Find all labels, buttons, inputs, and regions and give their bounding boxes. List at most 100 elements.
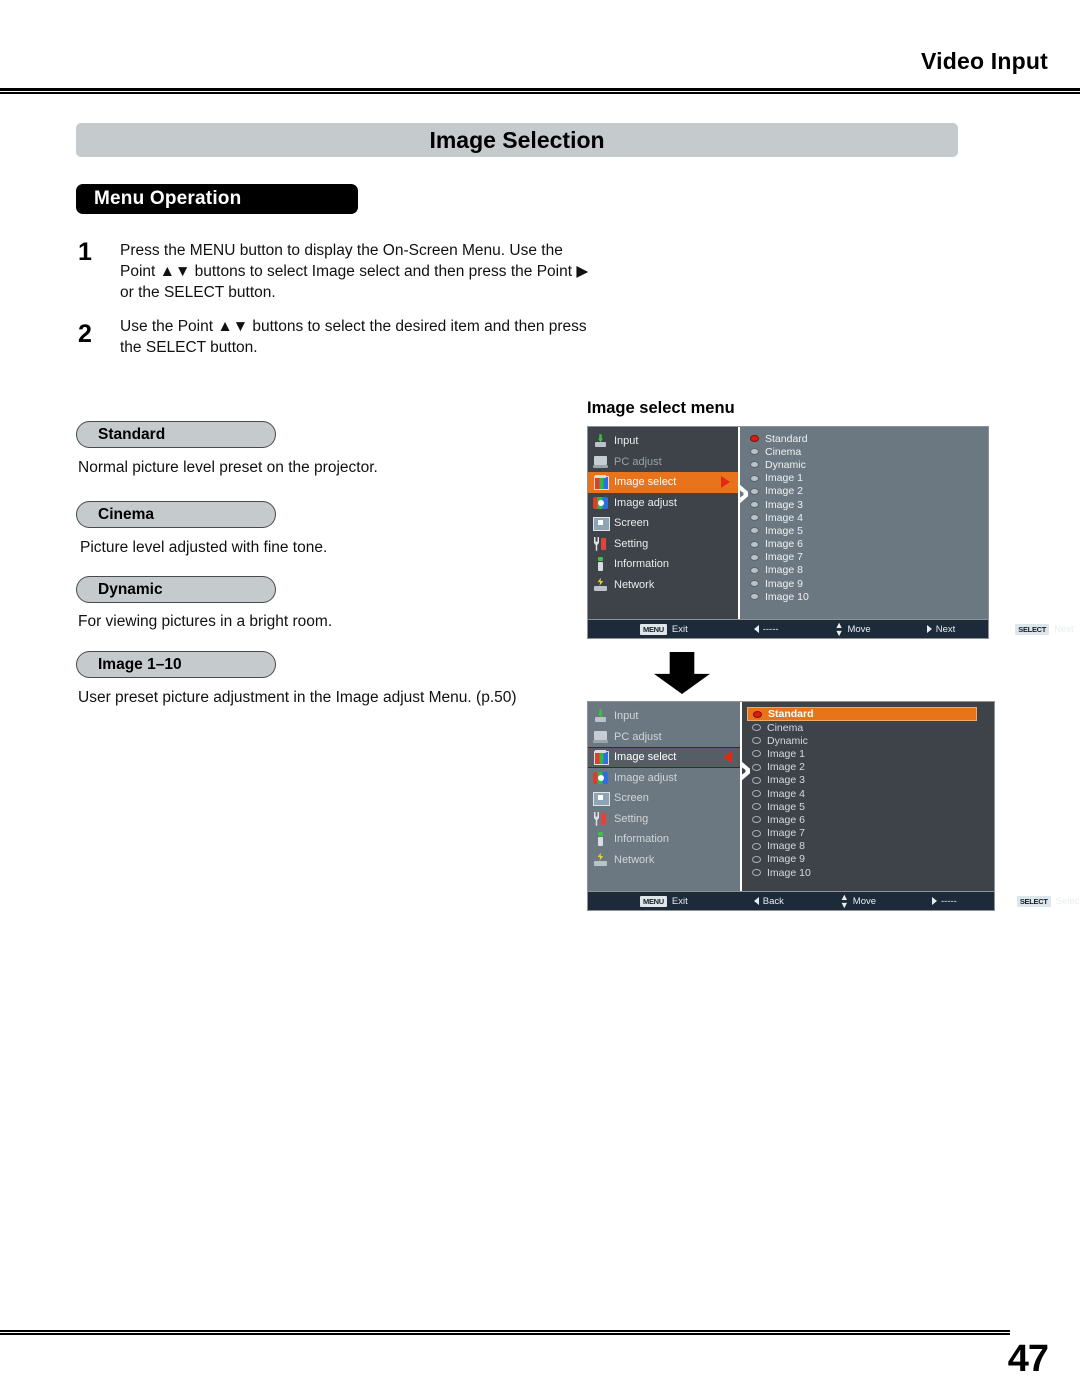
list-item[interactable]: Image 1 bbox=[752, 747, 994, 760]
sidebar-item-screen-label: Screen bbox=[614, 792, 649, 805]
guide-next-label: ----- bbox=[941, 895, 957, 907]
sidebar-item-information[interactable]: Information bbox=[588, 554, 738, 575]
list-item[interactable]: Image 5 bbox=[752, 800, 994, 813]
guide-exit[interactable]: MENU Exit bbox=[640, 623, 688, 635]
list-item[interactable]: Image 7 bbox=[750, 551, 988, 564]
radio-bullet-icon bbox=[752, 816, 761, 824]
list-item[interactable]: Image 4 bbox=[752, 787, 994, 800]
list-item[interactable]: Image 10 bbox=[750, 590, 988, 603]
menu-operation-label: Menu Operation bbox=[94, 188, 242, 209]
osd-sidebar: Input PC adjust Image select Image adjus… bbox=[588, 702, 740, 891]
setting-icon bbox=[593, 537, 608, 551]
sidebar-item-pc-adjust-label: PC adjust bbox=[614, 730, 662, 743]
sidebar-item-screen[interactable]: Screen bbox=[588, 788, 740, 809]
sidebar-item-input[interactable]: Input bbox=[588, 431, 738, 452]
list-item[interactable]: Image 3 bbox=[752, 774, 994, 787]
list-item-label: Image 3 bbox=[765, 498, 803, 511]
list-item[interactable]: Image 4 bbox=[750, 511, 988, 524]
radio-bullet-icon bbox=[752, 724, 761, 732]
radio-bullet-icon bbox=[752, 803, 761, 811]
list-item[interactable]: Image 2 bbox=[750, 485, 988, 498]
guide-move[interactable]: ▲ ▼ Move bbox=[835, 621, 871, 638]
triangle-left-icon bbox=[753, 625, 759, 633]
sidebar-item-setting[interactable]: Setting bbox=[588, 534, 738, 555]
osd-item-list-rows: Standard Cinema Dynamic Image 1 Image 2 Image… bbox=[740, 427, 988, 603]
radio-bullet-icon bbox=[752, 763, 761, 771]
radio-bullet-icon bbox=[750, 527, 759, 535]
list-item[interactable]: Cinema bbox=[752, 721, 994, 734]
step-1-text: Press the MENU button to display the On-… bbox=[120, 242, 589, 301]
sidebar-item-pc-adjust[interactable]: PC adjust bbox=[588, 452, 738, 473]
sidebar-item-image-select[interactable]: Image select bbox=[588, 472, 738, 493]
radio-bullet-icon bbox=[752, 869, 761, 877]
triangle-right-icon bbox=[926, 625, 932, 633]
list-item[interactable]: Image 2 bbox=[752, 761, 994, 774]
sidebar-item-screen[interactable]: Screen bbox=[588, 513, 738, 534]
image-adjust-icon bbox=[593, 771, 608, 785]
list-item-label: Dynamic bbox=[767, 734, 808, 747]
sidebar-item-network-label: Network bbox=[614, 578, 655, 591]
osd-image-select-menu-step1: Input PC adjust Image select Image adjus… bbox=[587, 426, 1074, 639]
guide-move[interactable]: ▲ ▼ Move bbox=[840, 893, 876, 910]
guide-back[interactable]: Back bbox=[753, 895, 784, 907]
page-number: 47 bbox=[1007, 1338, 1049, 1380]
sidebar-item-information[interactable]: Information bbox=[588, 829, 740, 850]
list-item[interactable]: Image 8 bbox=[750, 564, 988, 577]
sidebar-item-image-select[interactable]: Image select bbox=[588, 747, 740, 768]
list-item[interactable]: Standard bbox=[747, 707, 977, 721]
sidebar-item-input-label: Input bbox=[614, 435, 639, 448]
list-item-label: Image 3 bbox=[767, 774, 805, 787]
guide-select[interactable]: SELECT Next bbox=[1015, 623, 1074, 635]
list-item[interactable]: Dynamic bbox=[752, 734, 994, 747]
list-item[interactable]: Image 1 bbox=[750, 472, 988, 485]
guide-next[interactable]: Next bbox=[926, 624, 955, 635]
list-item[interactable]: Image 9 bbox=[752, 853, 994, 866]
sidebar-item-network[interactable]: Network bbox=[588, 575, 738, 596]
list-item[interactable]: Image 6 bbox=[752, 813, 994, 826]
term-pill-standard-label: Standard bbox=[98, 425, 166, 443]
term-pill-dynamic-label: Dynamic bbox=[98, 580, 163, 598]
list-item[interactable]: Image 3 bbox=[750, 498, 988, 511]
radio-bullet-icon bbox=[752, 737, 761, 745]
list-item[interactable]: Image 9 bbox=[750, 577, 988, 590]
list-item-label: Image 8 bbox=[767, 840, 805, 853]
osd-sidebar-rows: Input PC adjust Image select Image adjus… bbox=[588, 702, 740, 870]
network-icon bbox=[593, 578, 608, 592]
list-item[interactable]: Image 5 bbox=[750, 524, 988, 537]
list-item[interactable]: Image 7 bbox=[752, 827, 994, 840]
guide-back[interactable]: ----- bbox=[753, 624, 779, 635]
sidebar-item-image-adjust[interactable]: Image adjust bbox=[588, 493, 738, 514]
term-pill-dynamic: Dynamic bbox=[76, 576, 276, 603]
radio-bullet-icon bbox=[753, 710, 762, 718]
sidebar-item-setting[interactable]: Setting bbox=[588, 809, 740, 830]
list-item[interactable]: Image 10 bbox=[752, 866, 994, 879]
sidebar-item-pc-adjust[interactable]: PC adjust bbox=[588, 727, 740, 748]
sidebar-item-input[interactable]: Input bbox=[588, 706, 740, 727]
guide-back-label: Back bbox=[762, 895, 784, 907]
list-item[interactable]: Dynamic bbox=[750, 458, 988, 471]
osd-guide-bar-step1: MENU Exit ----- ▲ ▼ Move Next SELECT Next bbox=[588, 619, 1074, 638]
list-item-label: Image 7 bbox=[765, 551, 803, 564]
sidebar-item-network[interactable]: Network bbox=[588, 850, 740, 871]
triangle-left-icon bbox=[753, 897, 759, 905]
step-2-number: 2 bbox=[78, 320, 92, 348]
step-1-number: 1 bbox=[78, 238, 92, 266]
radio-bullet-icon bbox=[750, 553, 759, 561]
chevron-left-icon bbox=[723, 751, 732, 764]
pc-adjust-icon bbox=[593, 730, 608, 744]
osd-caption: Image select menu bbox=[587, 399, 735, 417]
list-item-label: Image 2 bbox=[767, 761, 805, 774]
guide-exit[interactable]: MENU Exit bbox=[640, 895, 688, 907]
list-item[interactable]: Standard bbox=[750, 432, 988, 445]
term-desc-cinema: Picture level adjusted with fine tone. bbox=[80, 539, 328, 556]
guide-select[interactable]: SELECT Select bbox=[1016, 895, 1080, 907]
list-item[interactable]: Image 8 bbox=[752, 840, 994, 853]
radio-bullet-icon bbox=[752, 842, 761, 850]
triangle-right-icon bbox=[932, 897, 938, 905]
sidebar-item-image-adjust[interactable]: Image adjust bbox=[588, 768, 740, 789]
radio-bullet-icon bbox=[750, 593, 759, 601]
list-item-label: Image 10 bbox=[765, 590, 809, 603]
list-item[interactable]: Image 6 bbox=[750, 538, 988, 551]
list-item[interactable]: Cinema bbox=[750, 445, 988, 458]
guide-next[interactable]: ----- bbox=[932, 896, 957, 907]
